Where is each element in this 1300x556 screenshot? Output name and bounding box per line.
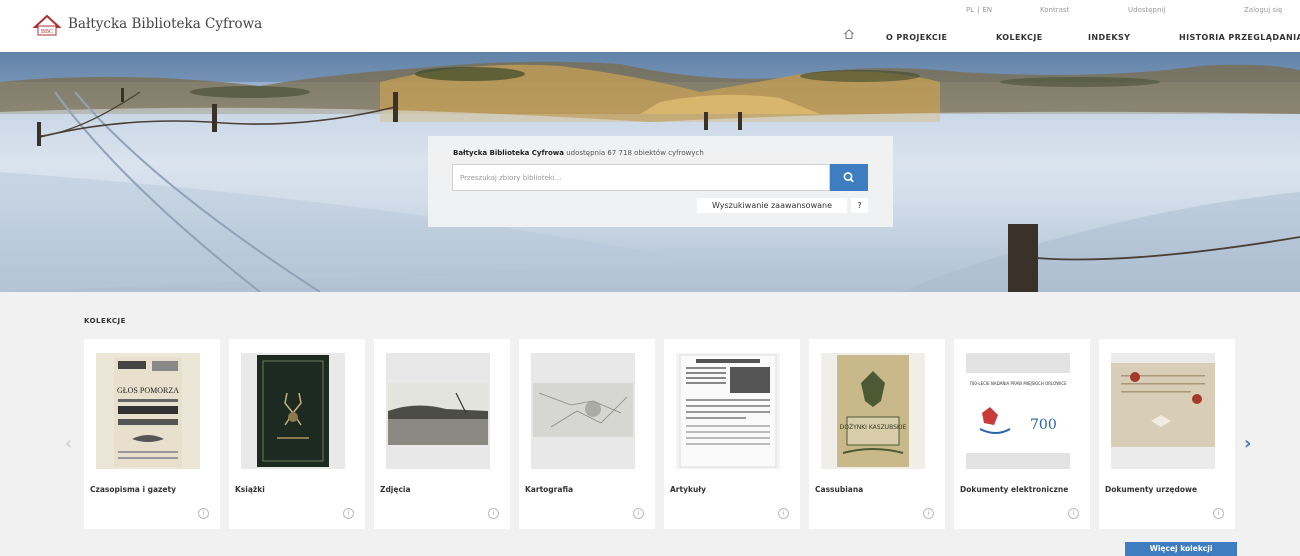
info-icon[interactable]: i xyxy=(198,508,209,519)
collection-label: Zdjęcia xyxy=(380,485,411,494)
nav-historia-przegladania[interactable]: HISTORIA PRZEGLĄDANIA xyxy=(1179,33,1300,42)
collection-card-cassubiana[interactable]: DOŻYNKI KASZUBSKIE Cassubiana i xyxy=(809,339,945,529)
svg-text:700: 700 xyxy=(1030,417,1057,433)
collection-card-zdjecia[interactable]: Zdjęcia i xyxy=(374,339,510,529)
svg-text:GŁOS POMORZA: GŁOS POMORZA xyxy=(117,386,179,395)
collection-card-dokumenty-elektroniczne[interactable]: 700-LECIE NADANIA PRAW MIEJSKICH ORLOWIC… xyxy=(954,339,1090,529)
brand-name[interactable]: Bałtycka Biblioteka Cyfrowa xyxy=(68,16,262,32)
collection-label: Dokumenty elektroniczne xyxy=(960,485,1069,494)
collection-thumb-kartografia xyxy=(531,353,635,469)
collection-thumb-dokumenty-elektroniczne: 700-LECIE NADANIA PRAW MIEJSKICH ORLOWIC… xyxy=(966,353,1070,469)
info-icon[interactable]: i xyxy=(1213,508,1224,519)
advanced-search-button[interactable]: Wyszukiwanie zaawansowane xyxy=(697,198,847,213)
collection-card-czasopisma[interactable]: GŁOS POMORZA Czasopisma i gazety i xyxy=(84,339,220,529)
collection-thumb-zdjecia xyxy=(386,353,490,469)
svg-text:DOŻYNKI KASZUBSKIE: DOŻYNKI KASZUBSKIE xyxy=(840,424,907,431)
search-icon xyxy=(843,172,854,183)
carousel-next-arrow[interactable]: › xyxy=(1244,433,1251,454)
collection-thumb-cassubiana: DOŻYNKI KASZUBSKIE xyxy=(821,353,925,469)
collection-label: Kartografia xyxy=(525,485,574,494)
collection-card-dokumenty-urzedowe[interactable]: Dokumenty urzędowe i xyxy=(1099,339,1235,529)
hero-banner: Bałtycka Biblioteka Cyfrowa udostępnia 6… xyxy=(0,52,1300,292)
collection-label: Cassubiana xyxy=(815,485,864,494)
info-icon[interactable]: i xyxy=(923,508,934,519)
language-switcher: PL | EN xyxy=(966,6,992,14)
collection-label: Czasopisma i gazety xyxy=(90,485,176,494)
lang-separator: | xyxy=(977,6,980,14)
nav-indeksy[interactable]: INDEKSY xyxy=(1088,33,1130,42)
info-icon[interactable]: i xyxy=(343,508,354,519)
svg-text:700-LECIE NADANIA PRAW MIEJSKI: 700-LECIE NADANIA PRAW MIEJSKICH ORLOWIC… xyxy=(969,381,1067,386)
info-icon[interactable]: i xyxy=(633,508,644,519)
collection-thumb-ksiazki xyxy=(241,353,345,469)
search-help-button[interactable]: ? xyxy=(851,198,868,213)
collections-title: KOLEKCJE xyxy=(84,317,126,325)
collection-card-artykuly[interactable]: Artykuły i xyxy=(664,339,800,529)
svg-text:BBC: BBC xyxy=(41,29,53,35)
info-icon[interactable]: i xyxy=(488,508,499,519)
info-icon[interactable]: i xyxy=(1068,508,1079,519)
search-caption-brand: Bałtycka Biblioteka Cyfrowa xyxy=(453,149,564,157)
search-input[interactable] xyxy=(452,164,830,191)
collection-thumb-czasopisma: GŁOS POMORZA xyxy=(96,353,200,469)
contrast-link[interactable]: Kontrast xyxy=(1040,6,1069,14)
search-caption-count: udostępnia 67 718 obiektów cyfrowych xyxy=(564,149,704,157)
home-icon[interactable] xyxy=(843,28,855,40)
collection-label: Dokumenty urzędowe xyxy=(1105,485,1198,494)
nav-o-projekcie[interactable]: O PROJEKCIE xyxy=(886,33,947,42)
share-link[interactable]: Udostępnij xyxy=(1128,6,1165,14)
collection-thumb-artykuly xyxy=(676,353,780,469)
lang-en-link[interactable]: EN xyxy=(982,6,992,14)
login-link[interactable]: Zaloguj się xyxy=(1244,6,1282,14)
collection-label: Artykuły xyxy=(670,485,706,494)
info-icon[interactable]: i xyxy=(778,508,789,519)
logo-icon[interactable]: BBC xyxy=(32,12,62,38)
collection-thumb-dokumenty-urzedowe xyxy=(1111,353,1215,469)
carousel-prev-arrow[interactable]: ‹ xyxy=(65,433,72,454)
more-collections-button[interactable]: Więcej kolekcji xyxy=(1125,542,1237,556)
collection-card-kartografia[interactable]: Kartografia i xyxy=(519,339,655,529)
search-caption: Bałtycka Biblioteka Cyfrowa udostępnia 6… xyxy=(453,149,704,157)
lang-pl-link[interactable]: PL xyxy=(966,6,974,14)
collection-card-ksiazki[interactable]: Książki i xyxy=(229,339,365,529)
collection-label: Książki xyxy=(235,485,265,494)
header: BBC Bałtycka Biblioteka Cyfrowa PL | EN Ko… xyxy=(0,0,1300,52)
search-button[interactable] xyxy=(830,164,868,191)
nav-kolekcje[interactable]: KOLEKCJE xyxy=(996,33,1043,42)
search-panel: Bałtycka Biblioteka Cyfrowa udostępnia 6… xyxy=(428,136,893,227)
